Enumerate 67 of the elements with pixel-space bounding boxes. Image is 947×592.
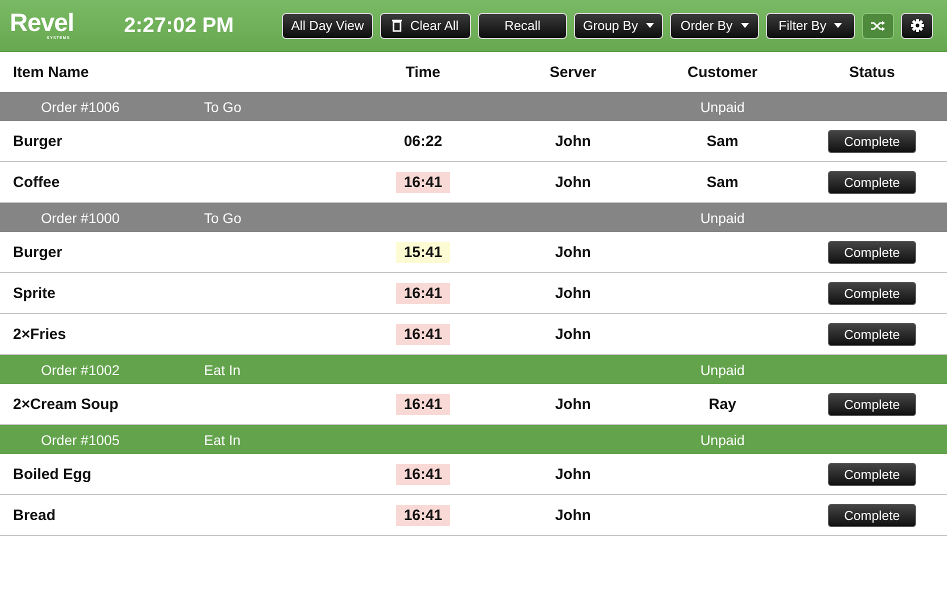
shuffle-icon xyxy=(871,20,885,30)
column-header: Item Name xyxy=(12,64,90,80)
payment-status: Unpaid xyxy=(699,432,746,448)
item-name: Boiled Egg xyxy=(12,466,92,482)
item-name: 2×Fries xyxy=(12,326,67,342)
item-name: Sprite xyxy=(12,284,57,302)
trash-icon xyxy=(392,19,402,32)
order-number: Order #1006 xyxy=(41,98,121,114)
order-type: Eat In xyxy=(204,362,241,378)
clock: 2:27:02 PM xyxy=(124,14,235,38)
settings-icon xyxy=(910,19,924,32)
order-number: Order #1002 xyxy=(41,362,121,378)
dropdown-button[interactable]: Order By xyxy=(670,12,759,38)
customer-name: Sam xyxy=(706,174,740,190)
item-time: 15:41 xyxy=(396,242,450,262)
caret-icon xyxy=(834,23,842,28)
customer-name: Ray xyxy=(708,396,738,412)
complete-button[interactable]: Complete xyxy=(828,392,916,416)
item-time: 06:22 xyxy=(402,132,444,152)
item-time: 16:41 xyxy=(396,282,450,304)
complete-button[interactable]: Complete xyxy=(828,130,916,152)
item-time: 16:41 xyxy=(396,324,450,344)
payment-status: Unpaid xyxy=(699,210,746,226)
server-name: John xyxy=(554,466,592,482)
server-name: John xyxy=(554,326,592,342)
order-number: Order #1000 xyxy=(41,210,121,226)
item-name: 2×Cream Soup xyxy=(12,396,120,412)
item-name: Coffee xyxy=(12,174,61,190)
complete-button[interactable]: Complete xyxy=(828,282,916,304)
toolbar-button[interactable]: All Day View xyxy=(282,12,373,38)
payment-status: Unpaid xyxy=(699,362,746,378)
server-name: John xyxy=(554,284,592,302)
item-name: Bread xyxy=(12,506,57,524)
payment-status: Unpaid xyxy=(699,98,746,114)
customer-name: Sam xyxy=(706,132,740,150)
server-name: John xyxy=(554,132,592,150)
item-time: 16:41 xyxy=(396,464,450,484)
item-time: 16:41 xyxy=(396,394,450,414)
item-time: 16:41 xyxy=(396,172,450,192)
toolbar-button[interactable]: Recall xyxy=(478,12,567,38)
clear-button[interactable]: Clear All xyxy=(380,12,471,38)
shuffle-button[interactable] xyxy=(862,12,894,38)
complete-button[interactable]: Complete xyxy=(828,240,916,264)
complete-button[interactable]: Complete xyxy=(828,170,916,194)
settings-button[interactable] xyxy=(901,12,933,38)
order-type: To Go xyxy=(204,98,242,114)
server-name: John xyxy=(554,396,592,412)
server-name: John xyxy=(554,174,592,190)
complete-button[interactable]: Complete xyxy=(828,322,916,346)
complete-button[interactable]: Complete xyxy=(828,504,916,526)
caret-icon xyxy=(646,23,654,28)
item-name: Burger xyxy=(12,244,64,260)
item-name: Burger xyxy=(12,132,64,150)
server-name: John xyxy=(554,244,592,260)
order-type: Eat In xyxy=(204,432,241,448)
column-header: Customer xyxy=(686,64,758,80)
caret-icon xyxy=(740,23,748,28)
server-name: John xyxy=(554,506,592,524)
dropdown-button[interactable]: Filter By xyxy=(766,12,855,38)
column-header: Time xyxy=(404,64,442,80)
column-header: Status xyxy=(848,64,896,80)
column-header: Server xyxy=(548,64,598,80)
order-number: Order #1005 xyxy=(41,432,121,448)
complete-button[interactable]: Complete xyxy=(828,462,916,486)
item-time: 16:41 xyxy=(396,504,450,526)
order-type: To Go xyxy=(204,210,242,226)
dropdown-button[interactable]: Group By xyxy=(574,12,663,38)
